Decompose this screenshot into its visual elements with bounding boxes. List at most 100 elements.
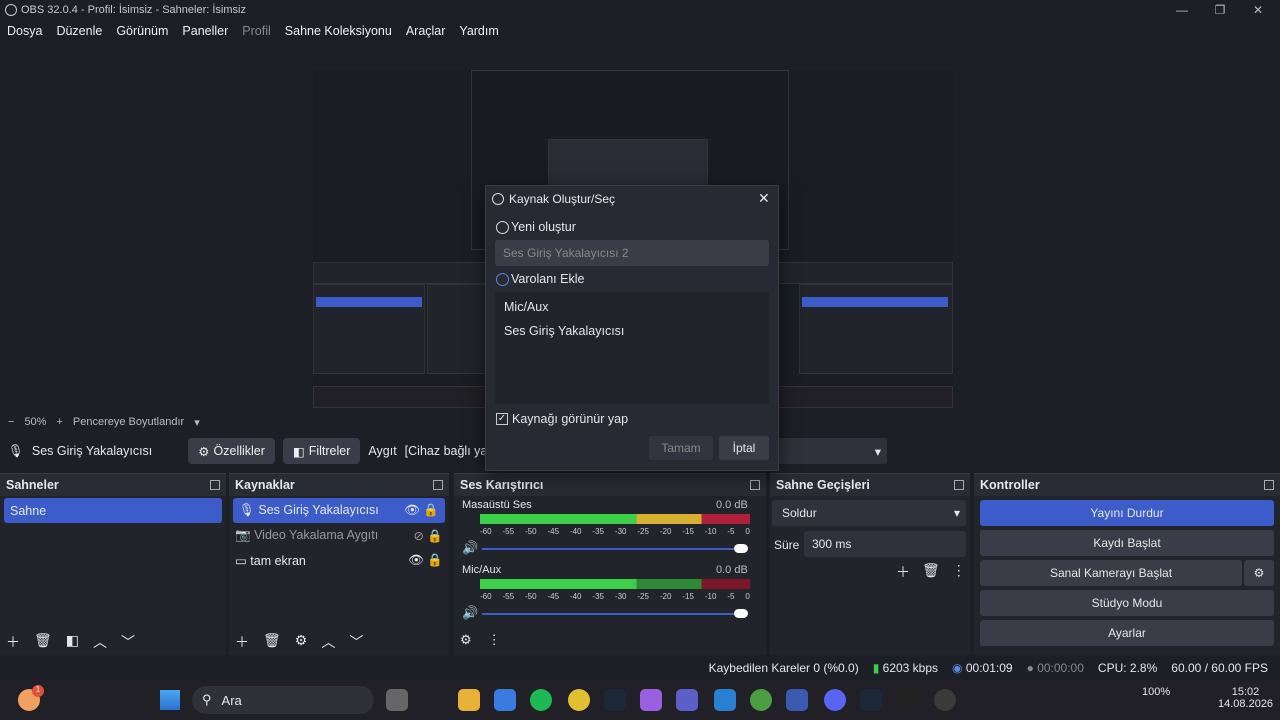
settings-button[interactable]: Ayarlar bbox=[980, 620, 1274, 646]
eye-icon[interactable]: 👁 🔒 bbox=[408, 553, 443, 568]
filter-icon: ◧ bbox=[292, 444, 305, 459]
chevron-up-icon[interactable]: ︿ bbox=[93, 632, 107, 652]
epic-games-icon[interactable] bbox=[896, 689, 918, 711]
outlook-icon[interactable] bbox=[714, 689, 736, 711]
trash-icon[interactable]: 🗑 bbox=[34, 632, 52, 652]
studio-mode-button[interactable]: Stüdyo Modu bbox=[980, 590, 1274, 616]
clock[interactable]: 15:02 14.08.2026 bbox=[1218, 686, 1273, 710]
speaker-icon[interactable]: 🔊 bbox=[462, 540, 478, 556]
menu-tools[interactable]: Araçlar bbox=[399, 24, 453, 38]
existing-sources-list[interactable]: Mic/Aux Ses Giriş Yakalayıcısı bbox=[495, 292, 769, 404]
menu-profile[interactable]: Profil bbox=[235, 24, 277, 38]
menu-view[interactable]: Görünüm bbox=[109, 24, 175, 38]
menu-scene-collection[interactable]: Sahne Koleksiyonu bbox=[278, 24, 399, 38]
chevron-down-icon: ▾ bbox=[953, 506, 960, 520]
create-new-radio[interactable]: Yeni oluştur bbox=[496, 220, 576, 234]
file-explorer-icon[interactable] bbox=[458, 689, 480, 711]
trash-icon[interactable]: 🗑 bbox=[263, 632, 281, 652]
windows-start-icon[interactable] bbox=[160, 690, 180, 710]
teams-icon[interactable] bbox=[676, 689, 698, 711]
source-item[interactable]: ▭ tam ekran 👁 🔒 bbox=[229, 548, 449, 573]
add-existing-radio[interactable]: Varolanı Ekle bbox=[496, 272, 584, 286]
speaker-icon[interactable]: 🔊 bbox=[462, 605, 478, 621]
source-label: Ses Giriş Yakalayıcısı bbox=[258, 503, 379, 517]
sources-dock: Kaynaklar 🎙 Ses Giriş Yakalayıcısı 👁 🔒 📷 … bbox=[229, 473, 449, 655]
more-icon[interactable]: ⋮ bbox=[952, 562, 966, 582]
preview-mini-sources bbox=[427, 284, 491, 374]
chrome-icon[interactable] bbox=[750, 689, 772, 711]
make-visible-checkbox[interactable]: ✓ Kaynağı görünür yap bbox=[496, 412, 628, 426]
gear-icon[interactable]: ⚙ bbox=[460, 632, 472, 648]
volume-slider[interactable] bbox=[482, 548, 746, 550]
gear-icon[interactable]: ⚙ bbox=[295, 632, 308, 652]
add-icon[interactable]: ＋ bbox=[6, 632, 20, 652]
copilot-icon[interactable] bbox=[640, 689, 662, 711]
minimize-button[interactable]: — bbox=[1162, 0, 1202, 20]
menu-file[interactable]: Dosya bbox=[0, 24, 49, 38]
spotify-icon[interactable] bbox=[530, 689, 552, 711]
widgets-icon[interactable]: 1 bbox=[18, 685, 44, 711]
menu-help[interactable]: Yardım bbox=[452, 24, 505, 38]
chevron-down-icon[interactable]: ﹀ bbox=[349, 632, 363, 652]
close-icon[interactable]: ✕ bbox=[758, 190, 770, 207]
new-source-name-input[interactable]: Ses Giriş Yakalayıcısı 2 bbox=[495, 240, 769, 266]
ok-button[interactable]: Tamam bbox=[649, 436, 713, 460]
start-virtual-camera-button[interactable]: Sanal Kamerayı Başlat bbox=[980, 560, 1242, 586]
preview-mini-scenes bbox=[313, 284, 425, 374]
start-recording-button[interactable]: Kaydı Başlat bbox=[980, 530, 1274, 556]
steam-icon[interactable] bbox=[860, 689, 882, 711]
transition-select[interactable]: Soldur ▾ bbox=[772, 500, 966, 526]
stop-streaming-button[interactable]: Yayını Durdur bbox=[980, 500, 1274, 526]
undock-icon[interactable] bbox=[750, 480, 760, 490]
undock-icon[interactable] bbox=[433, 480, 443, 490]
volume-slider-handle[interactable] bbox=[734, 609, 748, 618]
obs-icon[interactable] bbox=[934, 689, 956, 711]
chevron-down-icon[interactable]: ﹀ bbox=[121, 632, 135, 652]
battery: 100% bbox=[1142, 686, 1171, 698]
controls-dock: Kontroller Yayını Durdur Kaydı Başlat Sa… bbox=[974, 473, 1280, 655]
task-view-icon[interactable] bbox=[386, 689, 408, 711]
volume-slider-handle[interactable] bbox=[734, 544, 748, 553]
properties-button[interactable]: ⚙ Özellikler bbox=[188, 438, 275, 464]
bitrate: 6203 kbps bbox=[882, 661, 939, 675]
trash-icon[interactable]: 🗑 bbox=[922, 562, 940, 582]
filter-icon[interactable]: ◧ bbox=[66, 632, 79, 652]
menu-docks[interactable]: Paneller bbox=[175, 24, 235, 38]
scene-item[interactable]: Sahne bbox=[4, 498, 222, 523]
zoom-in-button[interactable]: + bbox=[56, 416, 62, 428]
zoom-mode-select[interactable]: Pencereye Boyutlandır bbox=[73, 416, 184, 428]
steam-icon[interactable] bbox=[604, 689, 626, 711]
volume-slider[interactable] bbox=[482, 613, 746, 615]
app-icon[interactable] bbox=[786, 689, 808, 711]
source-item[interactable]: 🎙 Ses Giriş Yakalayıcısı 👁 🔒 bbox=[233, 498, 445, 523]
add-icon[interactable]: ＋ bbox=[235, 632, 249, 652]
more-icon[interactable]: ⋮ bbox=[488, 632, 501, 648]
list-item[interactable]: Ses Giriş Yakalayıcısı bbox=[495, 314, 769, 338]
maximize-button[interactable]: ❐ bbox=[1200, 0, 1240, 20]
chevron-up-icon[interactable]: ︿ bbox=[321, 632, 335, 652]
gear-icon[interactable]: ⚙ bbox=[1244, 560, 1274, 586]
store-icon[interactable] bbox=[494, 689, 516, 711]
zoom-out-button[interactable]: − bbox=[8, 416, 14, 428]
source-item[interactable]: 📷 Video Yakalama Aygıtı ⊘ 🔒 bbox=[229, 523, 449, 548]
chrome-icon[interactable] bbox=[568, 689, 590, 711]
add-icon[interactable]: ＋ bbox=[896, 562, 910, 582]
chevron-down-icon[interactable]: ▾ bbox=[194, 416, 200, 429]
list-item[interactable]: Mic/Aux bbox=[495, 292, 769, 314]
cancel-button[interactable]: İptal bbox=[719, 436, 769, 460]
filters-button[interactable]: ◧ Filtreler bbox=[282, 438, 361, 464]
undock-icon[interactable] bbox=[954, 480, 964, 490]
monitor-icon: ▭ bbox=[235, 554, 247, 568]
duration-spinbox[interactable]: 300 ms bbox=[804, 531, 966, 557]
undock-icon[interactable] bbox=[1264, 480, 1274, 490]
close-button[interactable]: ✕ bbox=[1238, 0, 1278, 20]
undock-icon[interactable] bbox=[210, 480, 220, 490]
eye-hidden-icon[interactable]: ⊘ 🔒 bbox=[413, 528, 443, 544]
title-bar: OBS 32.0.4 - Profil: İsimsiz - Sahneler:… bbox=[0, 0, 1280, 20]
discord-icon[interactable] bbox=[824, 689, 846, 711]
device-dropdown[interactable]: ▾ bbox=[775, 438, 887, 464]
eye-icon[interactable]: 👁 🔒 bbox=[404, 503, 439, 518]
channel-name: Masaüstü Ses bbox=[462, 499, 532, 511]
taskbar-search[interactable]: ⚲ Ara bbox=[192, 686, 374, 714]
menu-edit[interactable]: Düzenle bbox=[49, 24, 109, 38]
